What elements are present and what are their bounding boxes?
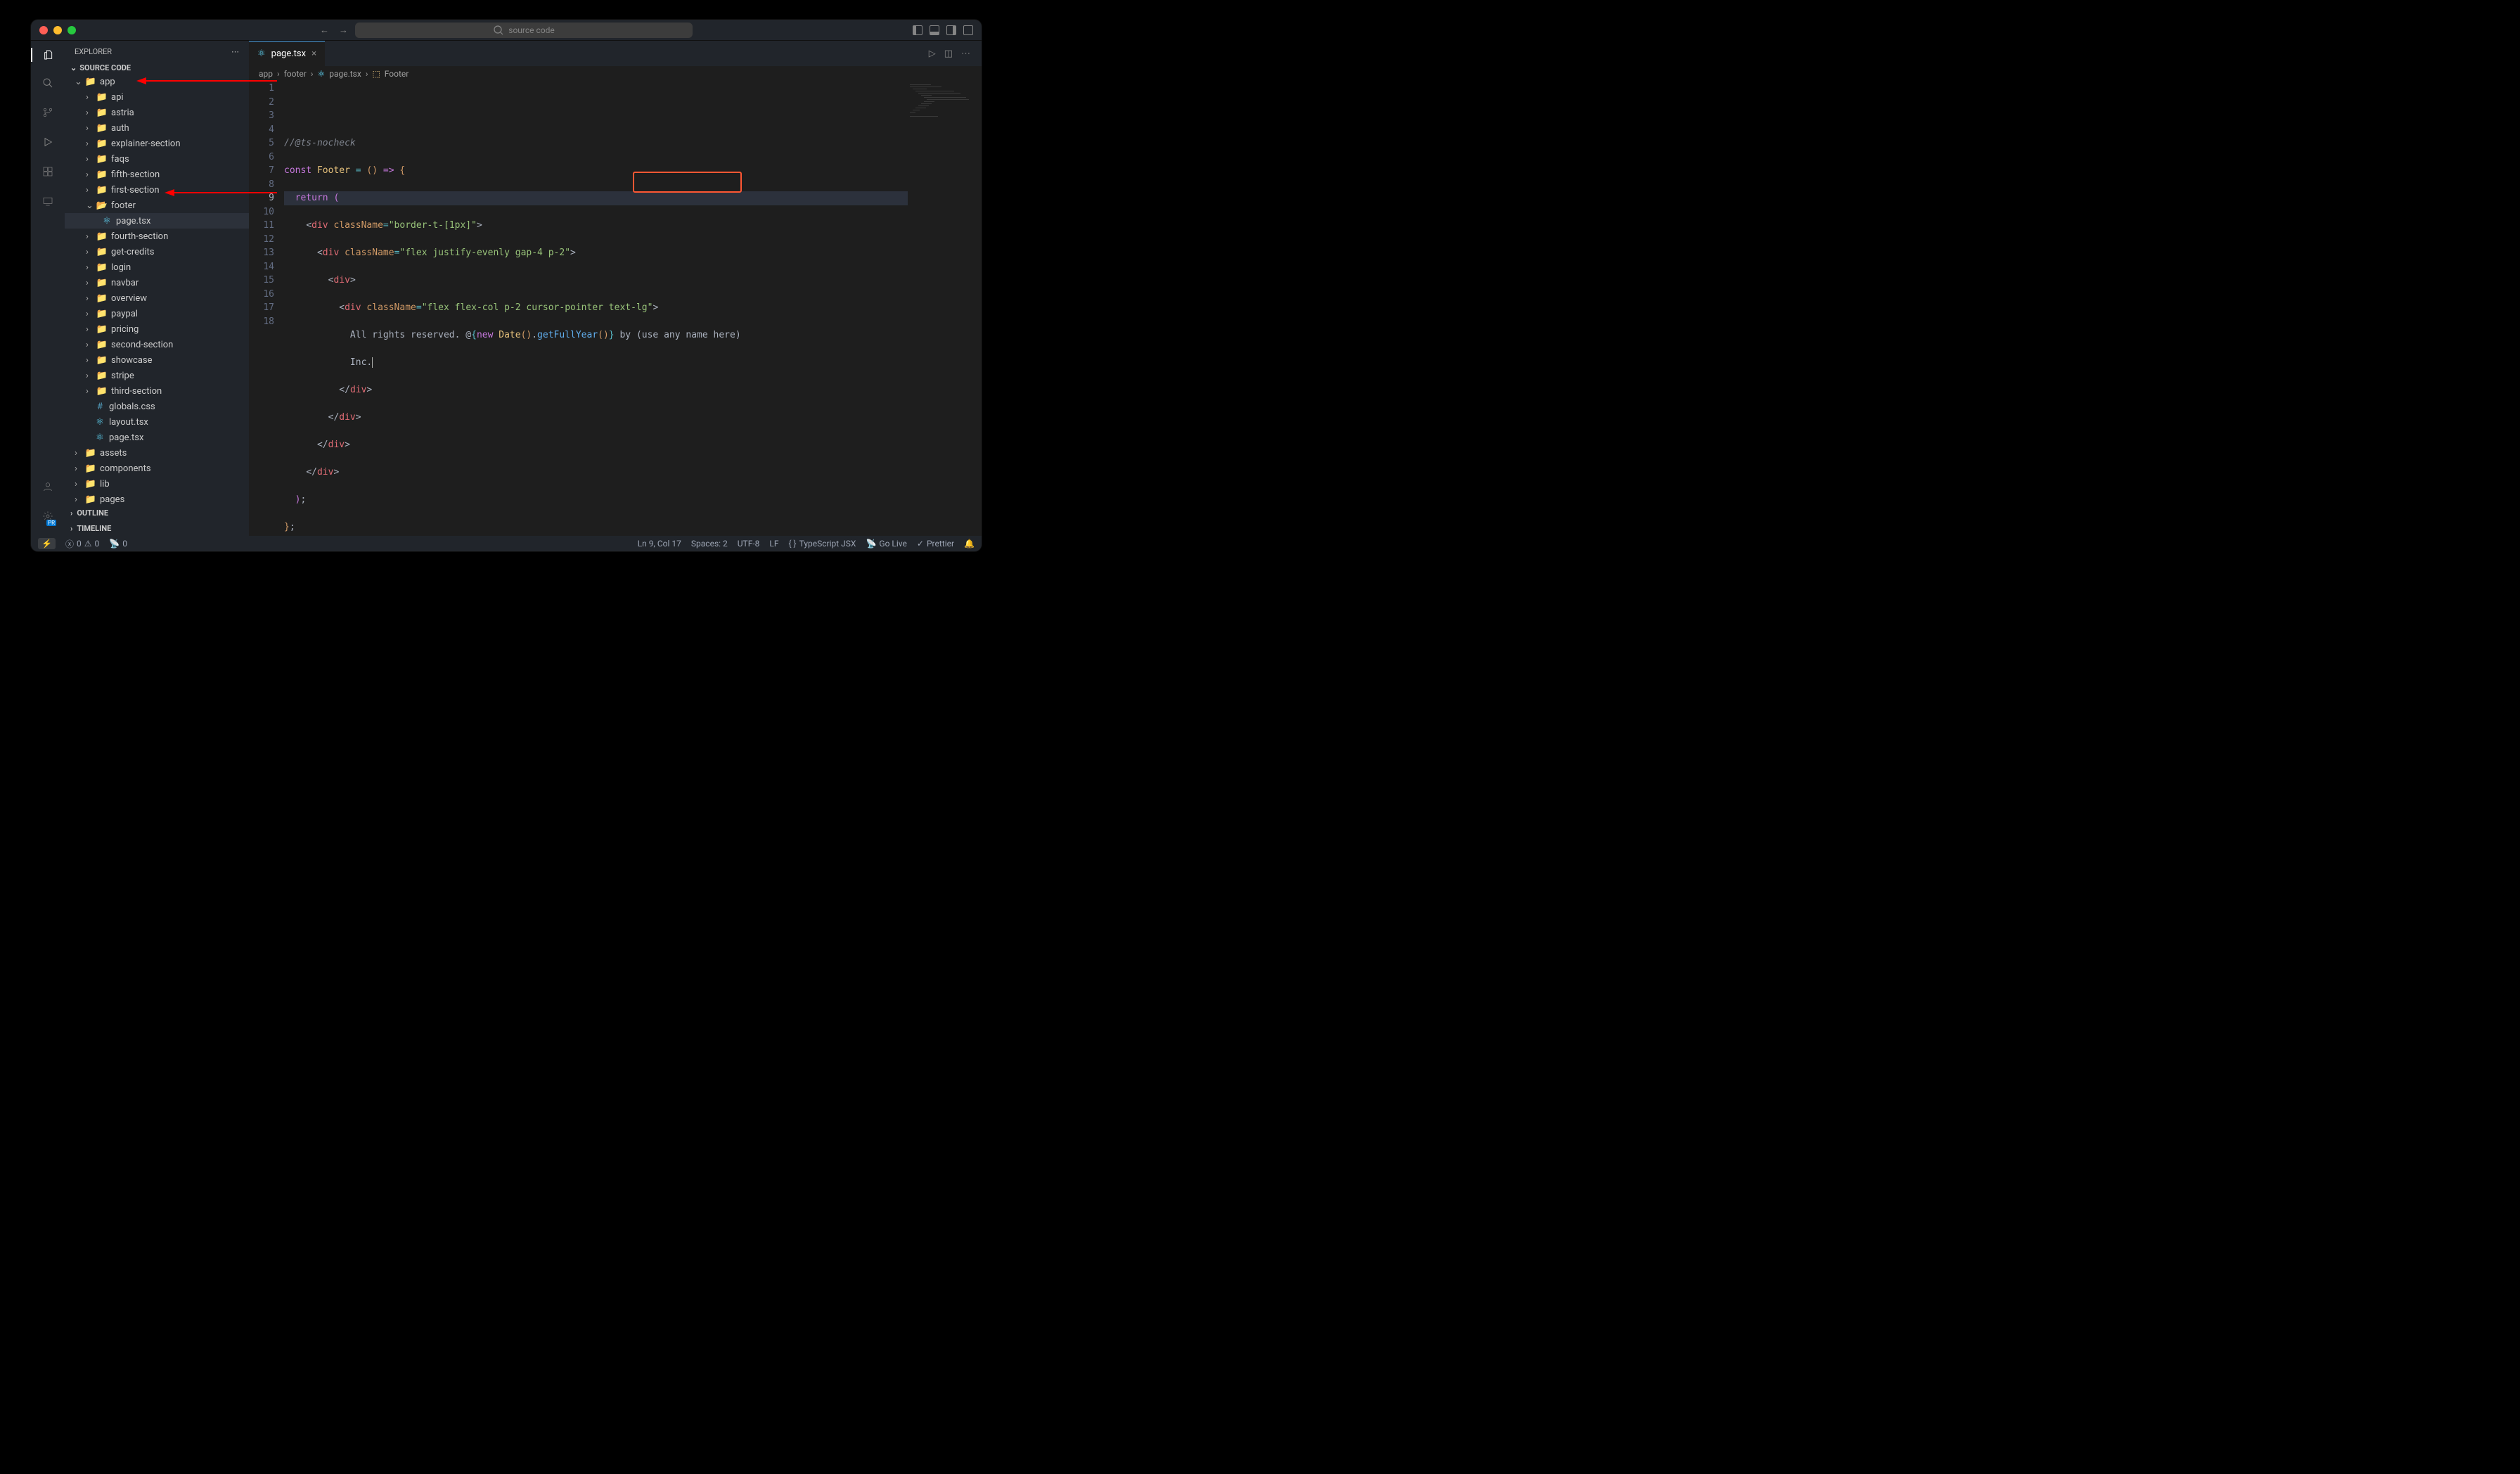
vscode-window: ← → source code xyxy=(31,20,982,551)
maximize-window-button[interactable] xyxy=(68,26,76,34)
react-icon: ⚛ xyxy=(257,49,266,59)
folder-lib[interactable]: ›📁lib xyxy=(65,476,249,492)
titlebar: ← → source code xyxy=(31,20,982,41)
folder-navbar[interactable]: ›📁navbar xyxy=(65,275,249,290)
status-golive[interactable]: 📡 Go Live xyxy=(866,539,906,549)
nav-back-button[interactable]: ← xyxy=(320,25,329,36)
breadcrumbs[interactable]: app› footer› ⚛page.tsx› ⬚Footer xyxy=(249,66,982,82)
folder-first[interactable]: ›📁first-section xyxy=(65,182,249,198)
activity-explorer[interactable] xyxy=(31,48,65,62)
layout-right-icon[interactable] xyxy=(946,25,956,35)
tab-page[interactable]: ⚛ page.tsx × xyxy=(249,41,325,66)
file-globals[interactable]: #globals.css xyxy=(65,399,249,414)
activity-remote[interactable] xyxy=(42,196,53,210)
split-editor-button[interactable]: ◫ xyxy=(944,49,953,59)
status-eol[interactable]: LF xyxy=(769,539,778,549)
folder-paypal[interactable]: ›📁paypal xyxy=(65,306,249,321)
status-bell[interactable]: 🔔 xyxy=(964,539,975,549)
folder-login[interactable]: ›📁login xyxy=(65,259,249,275)
folder-pages[interactable]: ›📁pages xyxy=(65,492,249,505)
tab-more-button[interactable]: ⋯ xyxy=(961,49,970,59)
run-button[interactable]: ▷ xyxy=(929,49,936,59)
editor-area: ⚛ page.tsx × ▷ ◫ ⋯ app› footer› ⚛page.ts… xyxy=(249,41,982,536)
line-number-gutter: 123456789101112131415161718 xyxy=(249,82,284,536)
git-branch-icon xyxy=(42,107,53,118)
nav-arrows: ← → xyxy=(320,25,348,36)
play-bug-icon xyxy=(42,136,53,148)
status-radio[interactable]: 📡 0 xyxy=(109,539,127,549)
activity-accounts[interactable] xyxy=(42,481,53,495)
folder-third[interactable]: ›📁third-section xyxy=(65,383,249,399)
tab-close-button[interactable]: × xyxy=(311,49,316,59)
extensions-icon xyxy=(42,166,53,177)
activity-settings[interactable]: PR xyxy=(42,511,53,525)
folder-explainer[interactable]: ›📁explainer-section xyxy=(65,136,249,151)
folder-components[interactable]: ›📁components xyxy=(65,461,249,476)
file-page-root[interactable]: ⚛page.tsx xyxy=(65,430,249,445)
remote-indicator[interactable]: ⚡ xyxy=(38,538,56,549)
minimap[interactable] xyxy=(903,83,973,125)
outline-section[interactable]: ›OUTLINE xyxy=(65,505,249,520)
close-window-button[interactable] xyxy=(39,26,48,34)
command-center-search[interactable]: source code xyxy=(355,23,693,38)
layout-customize-icon[interactable] xyxy=(963,25,973,35)
folder-overview[interactable]: ›📁overview xyxy=(65,290,249,306)
section-header[interactable]: ⌄ SOURCE CODE xyxy=(65,62,249,74)
timeline-section[interactable]: ›TIMELINE xyxy=(65,520,249,536)
minimize-window-button[interactable] xyxy=(53,26,62,34)
explorer-sidebar: EXPLORER ⋯ ⌄ SOURCE CODE ⌄📁app ›📁api ›📁a… xyxy=(65,41,249,536)
folder-faqs[interactable]: ›📁faqs xyxy=(65,151,249,167)
file-tree: ⌄📁app ›📁api ›📁astria ›📁auth ›📁explainer-… xyxy=(65,74,249,505)
status-position[interactable]: Ln 9, Col 17 xyxy=(638,539,681,549)
status-prettier[interactable]: ✓ Prettier xyxy=(917,539,954,549)
folder-getcredits[interactable]: ›📁get-credits xyxy=(65,244,249,259)
tabs-bar: ⚛ page.tsx × ▷ ◫ ⋯ xyxy=(249,41,982,66)
status-spaces[interactable]: Spaces: 2 xyxy=(691,539,728,549)
account-icon xyxy=(42,481,53,492)
traffic-lights xyxy=(39,26,76,34)
search-icon xyxy=(42,77,53,89)
file-layout[interactable]: ⚛layout.tsx xyxy=(65,414,249,430)
folder-stripe[interactable]: ›📁stripe xyxy=(65,368,249,383)
layout-left-icon[interactable] xyxy=(913,25,922,35)
folder-fourth[interactable]: ›📁fourth-section xyxy=(65,229,249,244)
activity-run-debug[interactable] xyxy=(42,136,53,150)
status-encoding[interactable]: UTF-8 xyxy=(738,539,760,549)
folder-footer[interactable]: ⌄📂footer xyxy=(65,198,249,213)
nav-forward-button[interactable]: → xyxy=(339,25,348,36)
folder-api[interactable]: ›📁api xyxy=(65,89,249,105)
folder-second[interactable]: ›📁second-section xyxy=(65,337,249,352)
files-icon xyxy=(43,49,54,60)
search-icon xyxy=(493,25,504,36)
folder-astria[interactable]: ›📁astria xyxy=(65,105,249,120)
activity-bar: PR xyxy=(31,41,65,536)
folder-assets[interactable]: ›📁assets xyxy=(65,445,249,461)
code-editor[interactable]: //@ts-nocheck const Footer = () => { ret… xyxy=(284,82,982,536)
activity-extensions[interactable] xyxy=(42,166,53,180)
file-footer-page[interactable]: ⚛page.tsx xyxy=(65,213,249,229)
remote-icon xyxy=(42,196,53,207)
folder-pricing[interactable]: ›📁pricing xyxy=(65,321,249,337)
status-language[interactable]: { } TypeScript JSX xyxy=(789,539,856,549)
status-errors[interactable]: ⓧ 0 ⚠ 0 xyxy=(65,538,99,550)
folder-showcase[interactable]: ›📁showcase xyxy=(65,352,249,368)
activity-source-control[interactable] xyxy=(42,107,53,121)
folder-fifth[interactable]: ›📁fifth-section xyxy=(65,167,249,182)
layout-bottom-icon[interactable] xyxy=(930,25,939,35)
folder-app[interactable]: ⌄📁app xyxy=(65,74,249,89)
sidebar-more-button[interactable]: ⋯ xyxy=(231,47,239,56)
sidebar-title: EXPLORER xyxy=(75,47,112,56)
folder-auth[interactable]: ›📁auth xyxy=(65,120,249,136)
statusbar: ⚡ ⓧ 0 ⚠ 0 📡 0 Ln 9, Col 17 Spaces: 2 UTF… xyxy=(31,536,982,551)
activity-search[interactable] xyxy=(42,77,53,91)
